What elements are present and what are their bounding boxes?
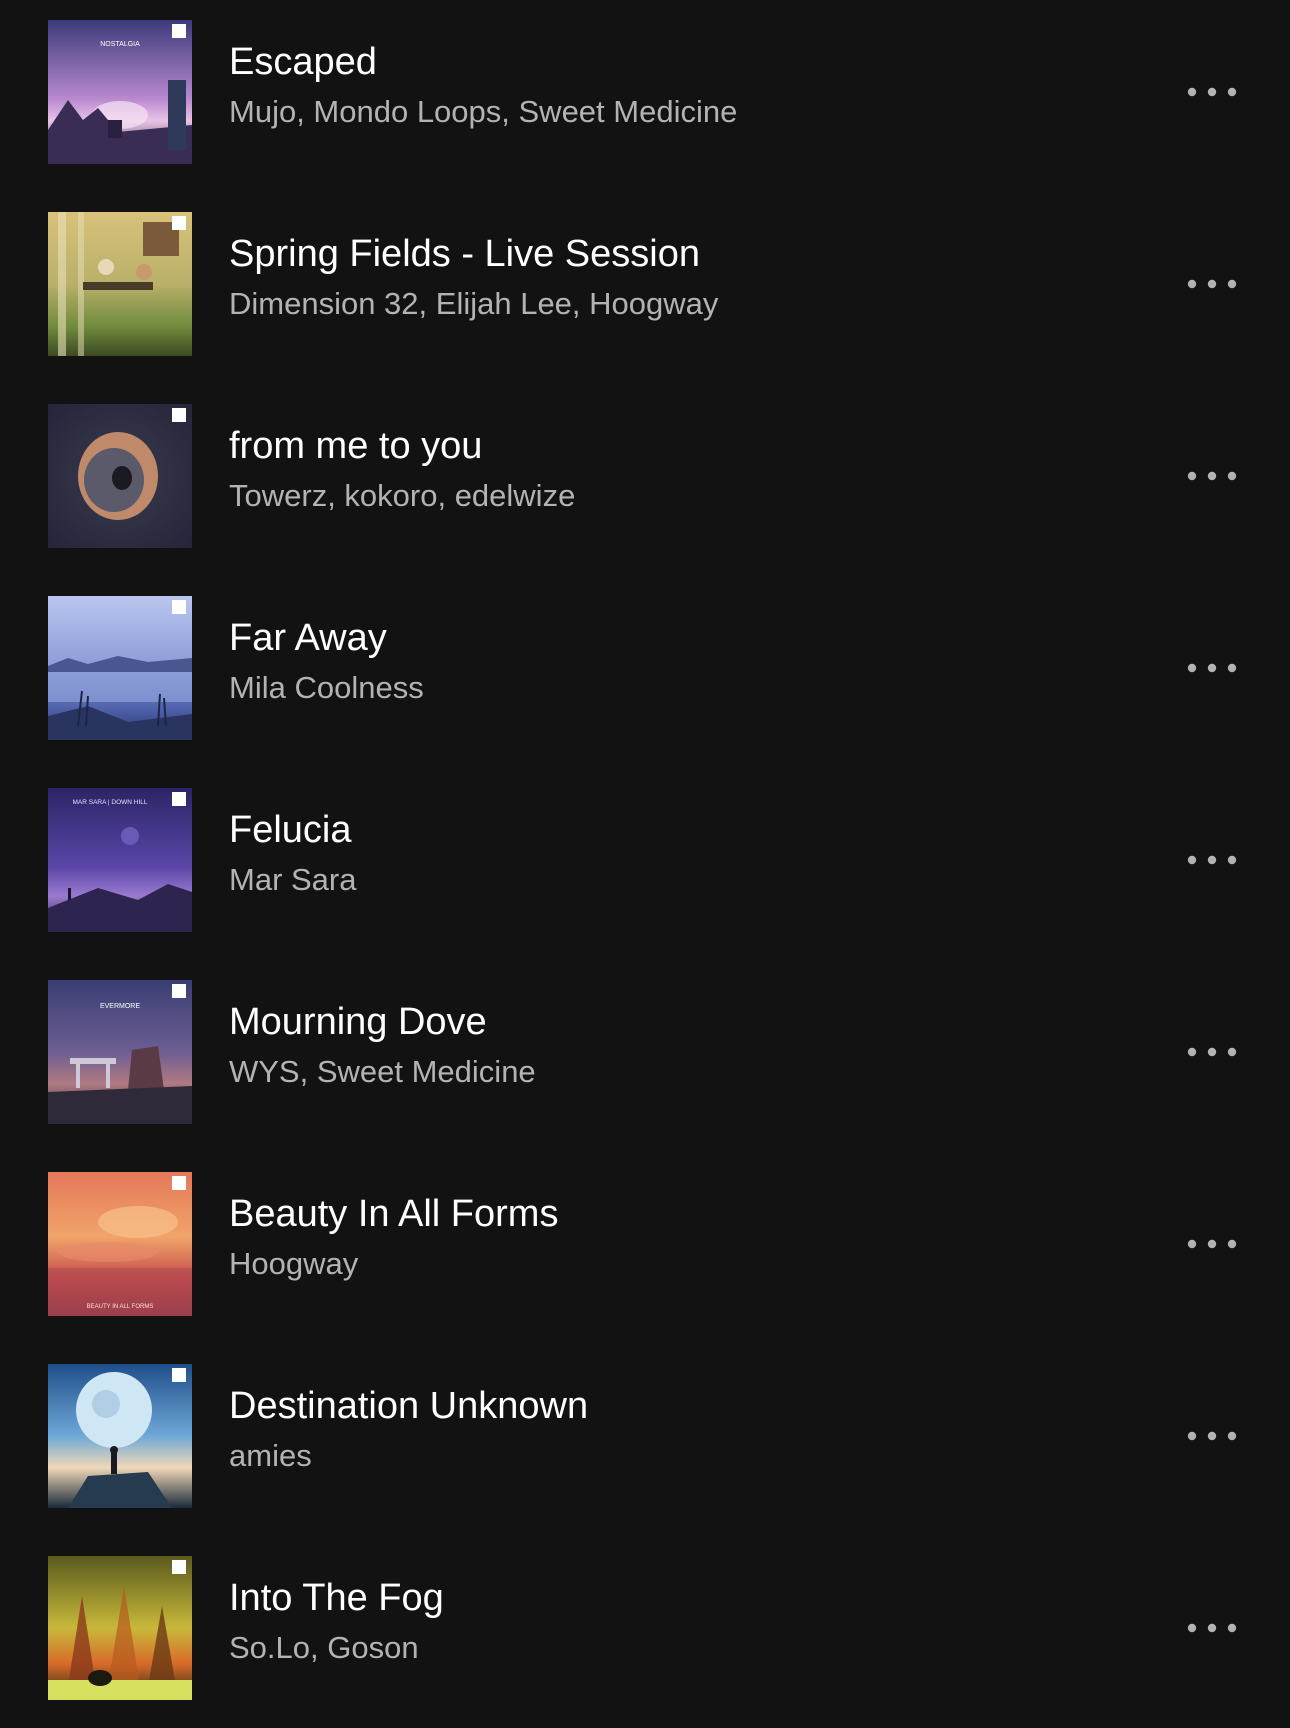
track-title: Destination Unknown — [229, 1385, 589, 1427]
track-row[interactable]: EVERMORE Mourning Dove WYS, Sweet Medici… — [0, 960, 1290, 1152]
more-options-button[interactable] — [1174, 830, 1250, 890]
more-options-button[interactable] — [1174, 1598, 1250, 1658]
album-cover — [48, 1556, 192, 1700]
track-row[interactable]: MAR SARA | DOWN HILL Felucia Mar Sara — [0, 768, 1290, 960]
track-row[interactable]: BEAUTY IN ALL FORMS Beauty In All Forms … — [0, 1152, 1290, 1344]
album-cover — [48, 1364, 192, 1508]
cover-text: BEAUTY IN ALL FORMS — [87, 1304, 154, 1310]
track-artists: WYS, Sweet Medicine — [229, 1054, 536, 1089]
track-title: Into The Fog — [229, 1577, 444, 1619]
track-title: from me to you — [229, 425, 483, 467]
track-artists: So.Lo, Goson — [229, 1630, 419, 1665]
more-horizontal-icon — [1187, 1623, 1237, 1633]
track-title: Far Away — [229, 617, 387, 659]
track-title: Felucia — [229, 809, 352, 851]
album-cover: NOSTALGIA — [48, 20, 192, 164]
more-options-button[interactable] — [1174, 446, 1250, 506]
album-cover: BEAUTY IN ALL FORMS — [48, 1172, 192, 1316]
track-row[interactable]: Into The Fog So.Lo, Goson — [0, 1536, 1290, 1728]
track-row[interactable]: Destination Unknown amies — [0, 1344, 1290, 1536]
track-artists: Mila Coolness — [229, 670, 424, 705]
track-row[interactable]: NOSTALGIA Escaped Mujo, Mondo Loops, Swe… — [0, 0, 1290, 192]
more-horizontal-icon — [1187, 663, 1237, 673]
album-cover: MAR SARA | DOWN HILL — [48, 788, 192, 932]
track-list: NOSTALGIA Escaped Mujo, Mondo Loops, Swe… — [0, 0, 1290, 1720]
more-options-button[interactable] — [1174, 1406, 1250, 1466]
track-title: Spring Fields - Live Session — [229, 233, 700, 275]
album-cover — [48, 404, 192, 548]
more-horizontal-icon — [1187, 279, 1237, 289]
track-artists: Dimension 32, Elijah Lee, Hoogway — [229, 286, 719, 321]
track-artists: Mar Sara — [229, 862, 357, 897]
track-artists: amies — [229, 1438, 312, 1473]
more-horizontal-icon — [1187, 471, 1237, 481]
more-horizontal-icon — [1187, 87, 1237, 97]
more-horizontal-icon — [1187, 1239, 1237, 1249]
track-title: Escaped — [229, 41, 377, 83]
track-title: Beauty In All Forms — [229, 1193, 559, 1235]
track-artists: Mujo, Mondo Loops, Sweet Medicine — [229, 94, 738, 129]
track-row[interactable]: from me to you Towerz, kokoro, edelwize — [0, 384, 1290, 576]
track-row[interactable]: Spring Fields - Live Session Dimension 3… — [0, 192, 1290, 384]
more-options-button[interactable] — [1174, 1214, 1250, 1274]
album-cover — [48, 596, 192, 740]
track-artists: Hoogway — [229, 1246, 359, 1281]
cover-text: NOSTALGIA — [100, 41, 140, 48]
album-cover — [48, 212, 192, 356]
more-options-button[interactable] — [1174, 62, 1250, 122]
cover-text: MAR SARA | DOWN HILL — [72, 799, 147, 806]
track-row[interactable]: Far Away Mila Coolness — [0, 576, 1290, 768]
more-options-button[interactable] — [1174, 1022, 1250, 1082]
more-options-button[interactable] — [1174, 638, 1250, 698]
more-horizontal-icon — [1187, 1431, 1237, 1441]
track-title: Mourning Dove — [229, 1001, 487, 1043]
more-horizontal-icon — [1187, 1047, 1237, 1057]
more-options-button[interactable] — [1174, 254, 1250, 314]
cover-text: EVERMORE — [100, 1003, 140, 1010]
more-horizontal-icon — [1187, 855, 1237, 865]
track-artists: Towerz, kokoro, edelwize — [229, 478, 576, 513]
album-cover: EVERMORE — [48, 980, 192, 1124]
